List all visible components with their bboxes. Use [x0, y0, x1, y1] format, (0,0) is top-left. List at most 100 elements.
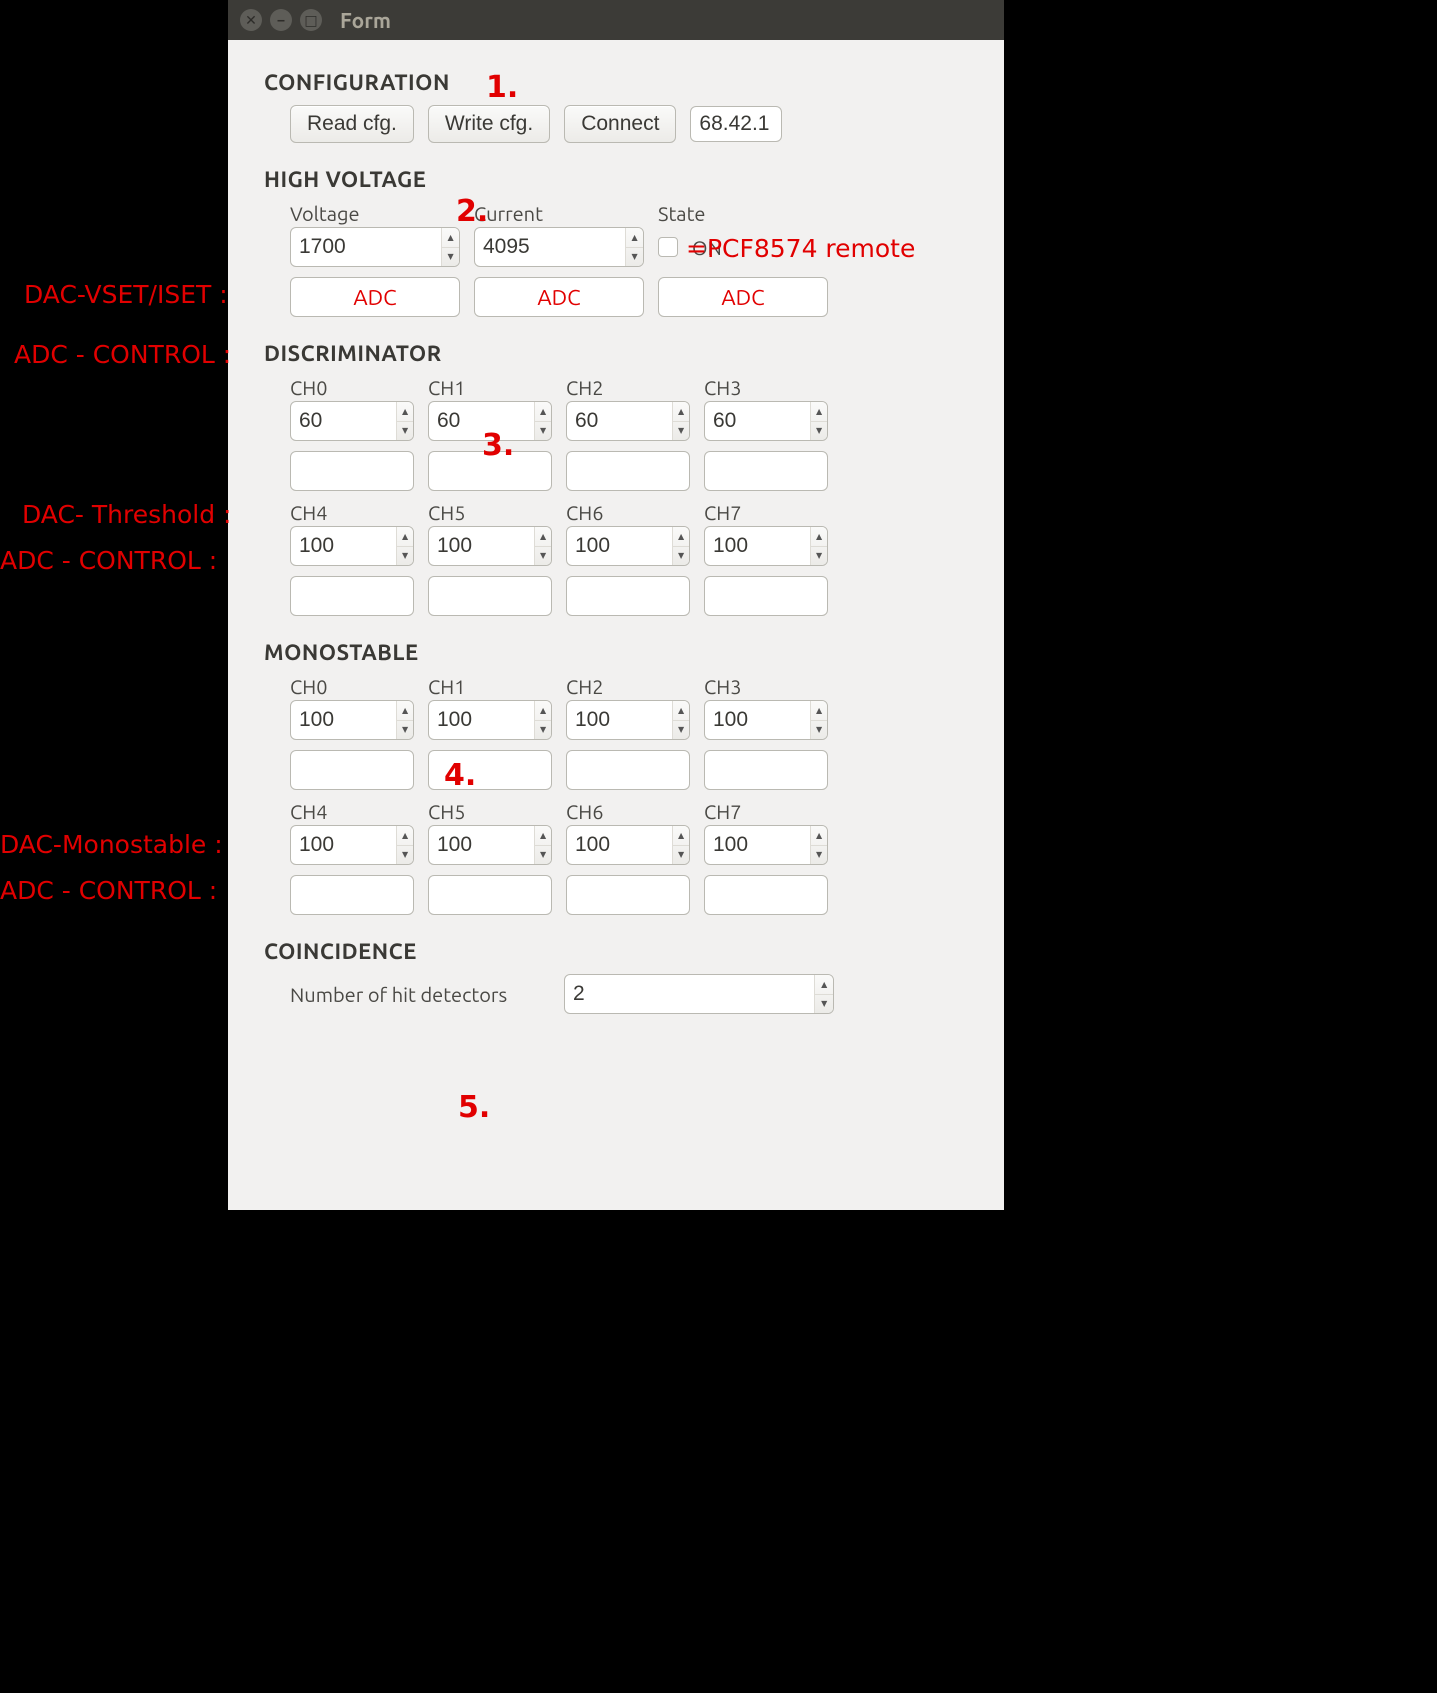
chevron-down-icon[interactable]: ▼ — [673, 422, 689, 441]
chevron-up-icon[interactable]: ▲ — [397, 826, 413, 846]
chevron-up-icon[interactable]: ▲ — [535, 402, 551, 422]
disc-ch0-label: CH0 — [290, 376, 414, 399]
chevron-up-icon[interactable]: ▲ — [811, 527, 827, 547]
chevron-up-icon[interactable]: ▲ — [626, 228, 643, 248]
chevron-up-icon[interactable]: ▲ — [673, 826, 689, 846]
disc-ch7-adc[interactable] — [704, 576, 828, 616]
disc-ch5-stepper[interactable]: ▲▼ — [428, 526, 552, 566]
chevron-down-icon[interactable]: ▼ — [535, 721, 551, 740]
disc-ch7-stepper[interactable]: ▲▼ — [704, 526, 828, 566]
minimize-icon[interactable]: – — [270, 9, 292, 31]
annot-adc-control-mono: ADC - CONTROL : — [0, 876, 217, 905]
mono-ch6-adc[interactable] — [566, 875, 690, 915]
disc-ch2-adc[interactable] — [566, 451, 690, 491]
chevron-up-icon[interactable]: ▲ — [815, 975, 833, 995]
section-coincidence: COINCIDENCE — [264, 939, 980, 964]
mono-ch3-stepper[interactable]: ▲▼ — [704, 700, 828, 740]
chevron-down-icon[interactable]: ▼ — [626, 248, 643, 267]
disc-ch6-stepper[interactable]: ▲▼ — [566, 526, 690, 566]
mono-ch4-stepper[interactable]: ▲▼ — [290, 825, 414, 865]
disc-ch1-label: CH1 — [428, 376, 552, 399]
annot-adc-control-disc: ADC - CONTROL : — [0, 546, 217, 575]
chevron-down-icon[interactable]: ▼ — [397, 547, 413, 566]
hv-voltage-input[interactable] — [291, 228, 441, 266]
annot-dac-vset: DAC-VSET/ISET : — [24, 280, 228, 309]
chevron-down-icon[interactable]: ▼ — [535, 547, 551, 566]
chevron-down-icon[interactable]: ▼ — [811, 846, 827, 865]
chevron-up-icon[interactable]: ▲ — [811, 826, 827, 846]
mono-ch4-adc[interactable] — [290, 875, 414, 915]
chevron-down-icon[interactable]: ▼ — [811, 422, 827, 441]
chevron-down-icon[interactable]: ▼ — [535, 422, 551, 441]
mono-ch5-stepper[interactable]: ▲▼ — [428, 825, 552, 865]
mono-ch5-adc[interactable] — [428, 875, 552, 915]
chevron-up-icon[interactable]: ▲ — [811, 402, 827, 422]
mono-ch0-stepper[interactable]: ▲▼ — [290, 700, 414, 740]
mono-ch0-adc[interactable] — [290, 750, 414, 790]
chevron-down-icon[interactable]: ▼ — [397, 422, 413, 441]
connect-button[interactable]: Connect — [564, 105, 676, 143]
titlebar: ✕ – □ Form — [228, 0, 1004, 40]
chevron-up-icon[interactable]: ▲ — [673, 701, 689, 721]
chevron-up-icon[interactable]: ▲ — [397, 402, 413, 422]
annot-dac-threshold: DAC- Threshold : — [22, 500, 231, 529]
hv-current-stepper[interactable]: ▲▼ — [474, 227, 644, 267]
chevron-down-icon[interactable]: ▼ — [673, 721, 689, 740]
chevron-up-icon[interactable]: ▲ — [397, 527, 413, 547]
chevron-up-icon[interactable]: ▲ — [535, 701, 551, 721]
chevron-down-icon[interactable]: ▼ — [442, 248, 459, 267]
disc-ch4-adc[interactable] — [290, 576, 414, 616]
chevron-up-icon[interactable]: ▲ — [811, 701, 827, 721]
chevron-up-icon[interactable]: ▲ — [535, 826, 551, 846]
section-high-voltage: HIGH VOLTAGE — [264, 167, 980, 192]
close-icon[interactable]: ✕ — [240, 9, 262, 31]
disc-ch2-stepper[interactable]: ▲▼ — [566, 401, 690, 441]
chevron-down-icon[interactable]: ▼ — [811, 547, 827, 566]
mono-ch7-adc[interactable] — [704, 875, 828, 915]
mono-ch3-adc[interactable] — [704, 750, 828, 790]
coincidence-stepper[interactable]: ▲▼ — [564, 974, 834, 1014]
chevron-up-icon[interactable]: ▲ — [397, 701, 413, 721]
read-cfg-button[interactable]: Read cfg. — [290, 105, 414, 143]
coincidence-label: Number of hit detectors — [290, 983, 550, 1006]
section-monostable: MONOSTABLE — [264, 640, 980, 665]
mono-ch4-label: CH4 — [290, 800, 414, 823]
hv-current-input[interactable] — [475, 228, 625, 266]
annot-dac-monostable: DAC-Monostable : — [0, 830, 223, 859]
chevron-down-icon[interactable]: ▼ — [811, 721, 827, 740]
chevron-down-icon[interactable]: ▼ — [673, 547, 689, 566]
chevron-down-icon[interactable]: ▼ — [397, 846, 413, 865]
disc-ch5-adc[interactable] — [428, 576, 552, 616]
mono-ch2-adc[interactable] — [566, 750, 690, 790]
disc-ch6-adc[interactable] — [566, 576, 690, 616]
chevron-up-icon[interactable]: ▲ — [442, 228, 459, 248]
write-cfg-button[interactable]: Write cfg. — [428, 105, 550, 143]
mono-ch7-stepper[interactable]: ▲▼ — [704, 825, 828, 865]
coincidence-input[interactable] — [565, 975, 814, 1013]
chevron-down-icon[interactable]: ▼ — [673, 846, 689, 865]
disc-ch4-stepper[interactable]: ▲▼ — [290, 526, 414, 566]
chevron-down-icon[interactable]: ▼ — [397, 721, 413, 740]
disc-ch3-stepper[interactable]: ▲▼ — [704, 401, 828, 441]
hv-state-label: State — [658, 202, 705, 225]
hv-voltage-stepper[interactable]: ▲▼ — [290, 227, 460, 267]
maximize-icon[interactable]: □ — [300, 9, 322, 31]
mono-ch5-label: CH5 — [428, 800, 552, 823]
disc-ch3-adc[interactable] — [704, 451, 828, 491]
chevron-up-icon[interactable]: ▲ — [535, 527, 551, 547]
annot-4: 4. — [444, 758, 476, 793]
hv-on-checkbox[interactable] — [658, 237, 678, 257]
mono-ch7-label: CH7 — [704, 800, 828, 823]
chevron-up-icon[interactable]: ▲ — [673, 402, 689, 422]
disc-ch7-label: CH7 — [704, 501, 828, 524]
mono-ch6-stepper[interactable]: ▲▼ — [566, 825, 690, 865]
host-input[interactable] — [690, 106, 782, 142]
chevron-down-icon[interactable]: ▼ — [815, 995, 833, 1014]
chevron-up-icon[interactable]: ▲ — [673, 527, 689, 547]
chevron-down-icon[interactable]: ▼ — [535, 846, 551, 865]
disc-ch0-stepper[interactable]: ▲▼ — [290, 401, 414, 441]
mono-ch1-stepper[interactable]: ▲▼ — [428, 700, 552, 740]
disc-ch0-adc[interactable] — [290, 451, 414, 491]
annot-pcf: =PCF8574 remote — [686, 234, 915, 263]
mono-ch2-stepper[interactable]: ▲▼ — [566, 700, 690, 740]
